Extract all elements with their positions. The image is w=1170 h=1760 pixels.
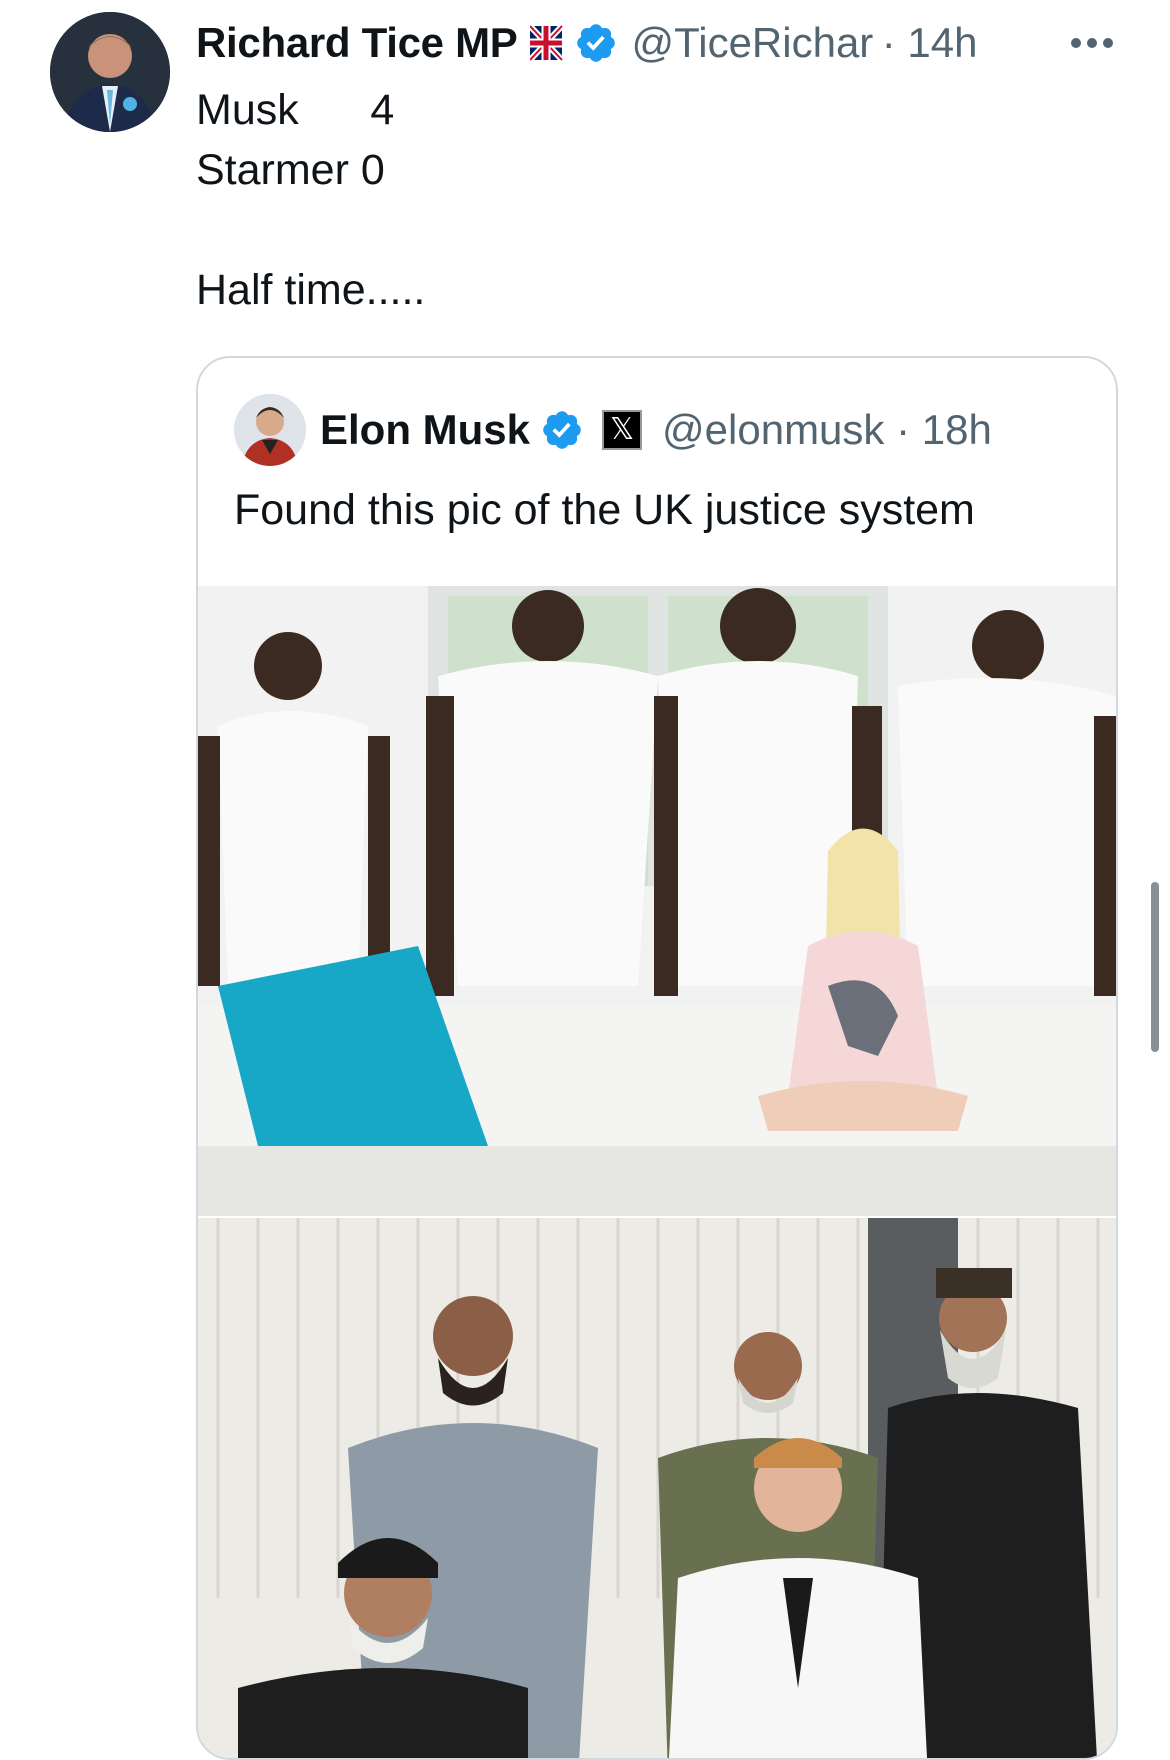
tweet-header: Richard Tice MP @TiceRichar · 14h [196, 14, 977, 72]
quoted-tweet[interactable]: Elon Musk 𝕏 @elonmusk · 18h Found this p… [196, 356, 1118, 1760]
author-name[interactable]: Richard Tice MP [196, 19, 518, 67]
flag-icon [527, 23, 564, 63]
quoted-author-name[interactable]: Elon Musk [320, 406, 530, 454]
scrollbar[interactable] [1151, 882, 1159, 1052]
quoted-tweet-header: Elon Musk 𝕏 @elonmusk · 18h [234, 394, 992, 466]
tweet[interactable]: Richard Tice MP @TiceRichar · 14h Musk 4… [0, 0, 1170, 1760]
tweet-text: Musk 4 Starmer 0 Half time..... [196, 86, 426, 314]
quoted-tweet-media[interactable] [198, 586, 1116, 1760]
x-badge-icon: 𝕏 [602, 410, 643, 450]
verified-icon[interactable] [574, 21, 618, 65]
author-avatar[interactable] [50, 12, 170, 132]
media-image-bottom[interactable] [198, 1218, 1116, 1760]
more-icon[interactable] [1068, 36, 1116, 50]
author-handle-time[interactable]: @TiceRichar · 14h [632, 19, 978, 67]
quoted-author-handle-time[interactable]: @elonmusk · 18h [662, 406, 992, 454]
media-image-top[interactable] [198, 586, 1116, 1216]
quoted-author-avatar[interactable] [234, 394, 306, 466]
verified-icon[interactable] [540, 408, 584, 452]
quoted-tweet-text: Found this pic of the UK justice system [234, 486, 975, 534]
